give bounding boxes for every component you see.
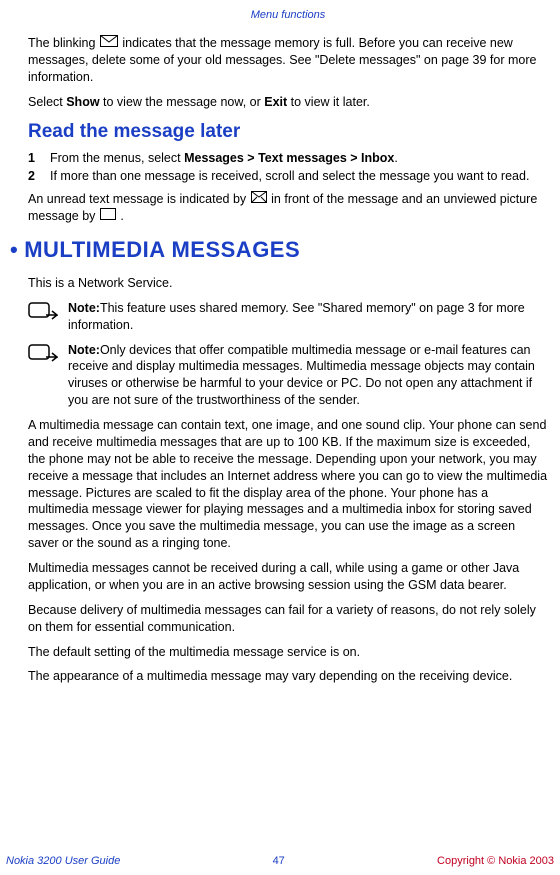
paragraph-memory-full: The blinking indicates that the message … [28,35,548,86]
note-label: Note: [68,301,100,315]
note-compatibility: Note:Only devices that offer compatible … [28,342,548,410]
bullet-icon: • [10,237,18,262]
message-icon [251,191,267,208]
footer-copyright: Copyright © Nokia 2003 [437,854,554,869]
note-text: Only devices that offer compatible multi… [68,343,535,408]
note-icon [28,300,68,334]
section-header: Menu functions [28,8,548,23]
steps-list: 1 From the menus, select Messages > Text… [28,150,548,185]
step-text: From the menus, select Messages > Text m… [50,150,548,167]
step-text: If more than one message is received, sc… [50,168,548,185]
note-shared-memory: Note:This feature uses shared memory. Se… [28,300,548,334]
text: An unread text message is indicated by [28,192,250,206]
step-1: 1 From the menus, select Messages > Text… [28,150,548,167]
step-number: 1 [28,150,50,167]
paragraph-mms-reliability: Because delivery of multimedia messages … [28,602,548,636]
heading-multimedia-messages: •MULTIMEDIA MESSAGES [10,235,548,265]
menu-path: Messages > Text messages > Inbox [184,151,394,165]
heading-read-later: Read the message later [28,119,548,145]
note-label: Note: [68,343,100,357]
text: Select [28,95,66,109]
paragraph-mms-default: The default setting of the multimedia me… [28,644,548,661]
step-2: 2 If more than one message is received, … [28,168,548,185]
note-text: This feature uses shared memory. See "Sh… [68,301,525,332]
label-exit: Exit [264,95,287,109]
note-body: Note:Only devices that offer compatible … [68,342,548,410]
text: From the menus, select [50,151,184,165]
paragraph-mms-restrictions: Multimedia messages cannot be received d… [28,560,548,594]
footer-guide-title: Nokia 3200 User Guide [6,854,120,869]
note-icon [28,342,68,410]
label-show: Show [66,95,99,109]
envelope-icon [100,35,118,52]
text: . [394,151,397,165]
step-number: 2 [28,168,50,185]
picture-message-icon [100,208,116,225]
text: to view the message now, or [100,95,265,109]
text: to view it later. [287,95,370,109]
paragraph-unread-indicator: An unread text message is indicated by i… [28,191,548,225]
paragraph-select-show: Select Show to view the message now, or … [28,94,548,111]
note-body: Note:This feature uses shared memory. Se… [68,300,548,334]
paragraph-mms-description: A multimedia message can contain text, o… [28,417,548,552]
page-footer: Nokia 3200 User Guide 47 Copyright © Nok… [0,854,560,869]
heading-text: MULTIMEDIA MESSAGES [24,237,300,262]
paragraph-mms-appearance: The appearance of a multimedia message m… [28,668,548,685]
paragraph-network-service: This is a Network Service. [28,275,548,292]
footer-page-number: 47 [273,854,285,869]
text: The blinking [28,36,99,50]
text: . [120,209,123,223]
